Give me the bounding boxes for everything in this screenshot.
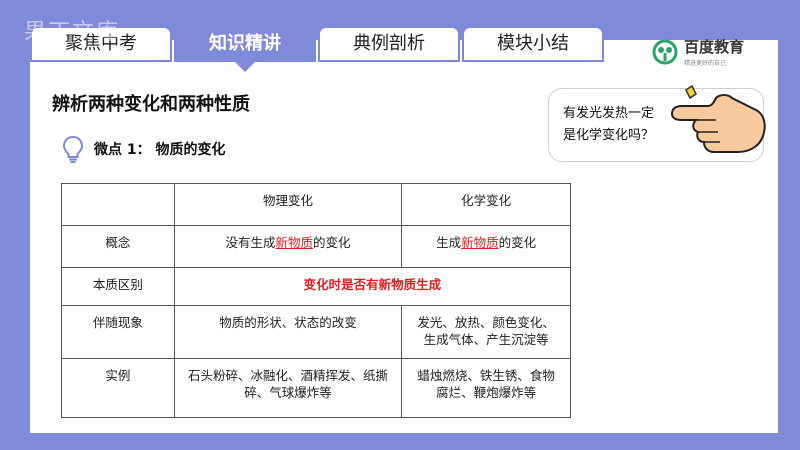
logo-name: 百度教育	[684, 38, 745, 56]
concept-physical: 没有生成新物质的变化	[173, 225, 403, 268]
header-physical-change: 物理变化	[173, 183, 403, 226]
watermark: 果丁文库	[24, 20, 121, 45]
examples-physical: 石头粉碎、冰融化、酒精挥发、纸撕 碎、气球爆炸等	[173, 358, 403, 418]
table-row: 概念 没有生成新物质的变化 生成新物质的变化	[61, 225, 571, 268]
tab-summary[interactable]: 模块小结	[462, 26, 604, 62]
concept-chemical: 生成新物质的变化	[401, 225, 571, 268]
row-label-examples: 实例	[61, 358, 175, 418]
phenomena-physical: 物质的形状、状态的改变	[173, 305, 403, 359]
row-label-concept: 概念	[61, 225, 175, 268]
lightbulb-icon	[62, 135, 84, 163]
comparison-table: 物理变化 化学变化 概念 没有生成新物质的变化 生成新物质的变化 本质区别 变化…	[61, 183, 572, 418]
page-title: 辨析两种变化和两种性质	[52, 94, 250, 115]
examples-chemical: 蜡烛燃烧、铁生锈、食物 腐烂、鞭炮爆炸等	[401, 358, 571, 418]
bubble-line-1: 有发光发热一定	[563, 106, 655, 121]
logo-icon	[652, 39, 678, 64]
bubble-line-2: 是化学变化吗？	[563, 128, 655, 143]
essence-value: 变化时是否有新物质生成	[173, 267, 572, 306]
key-term: 新物质	[461, 235, 499, 250]
table-corner-cell	[61, 183, 175, 226]
row-label-phenomena: 伴随现象	[61, 305, 175, 359]
table-row: 实例 石头粉碎、冰融化、酒精挥发、纸撕 碎、气球爆炸等 蜡烛燃烧、铁生锈、食物 腐烂…	[61, 358, 571, 418]
tab-knowledge[interactable]: 知识精讲	[174, 26, 316, 72]
row-label-essence: 本质区别	[61, 267, 175, 306]
phenomena-chemical: 发光、放热、颜色变化、 生成气体、产生沉淀等	[401, 305, 571, 359]
key-term: 新物质	[275, 235, 314, 250]
brand-logo: 百度教育 精进更好的自己	[652, 36, 744, 67]
table-row: 物理变化 化学变化	[61, 183, 571, 226]
section-subheading: 微点 1： 物质的变化	[62, 135, 226, 163]
table-row: 伴随现象 物质的形状、状态的改变 发光、放热、颜色变化、 生成气体、产生沉淀等	[61, 305, 571, 359]
pointing-hand-icon	[670, 84, 766, 153]
logo-slogan: 精进更好的自己	[684, 60, 727, 67]
table-row: 本质区别 变化时是否有新物质生成	[61, 267, 572, 306]
subheading-label: 微点 1： 物质的变化	[94, 142, 226, 158]
tab-examples[interactable]: 典例剖析	[318, 26, 460, 62]
header-chemical-change: 化学变化	[401, 183, 571, 226]
